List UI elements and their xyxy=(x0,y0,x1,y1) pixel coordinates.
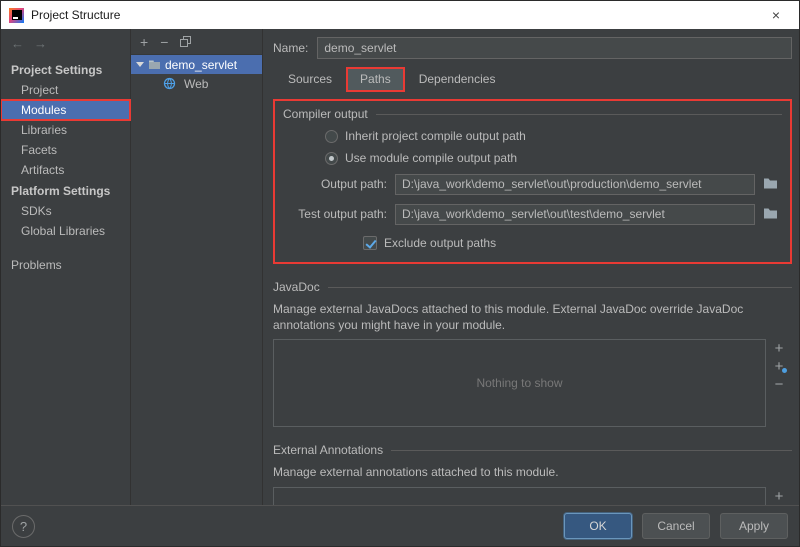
tree-node-label: Web xyxy=(184,76,209,91)
javadoc-description: Manage external JavaDocs attached to thi… xyxy=(273,302,744,333)
javadoc-list[interactable]: Nothing to show xyxy=(273,339,766,428)
exclude-output-paths-label: Exclude output paths xyxy=(384,236,497,250)
tab-dependencies[interactable]: Dependencies xyxy=(406,68,509,91)
inherit-output-radio[interactable]: Inherit project compile output path xyxy=(325,129,782,143)
add-annotation-root-icon[interactable]: + xyxy=(775,489,784,504)
dialog-footer: ? OK Cancel Apply xyxy=(1,505,799,546)
sidebar-item-problems[interactable]: Problems xyxy=(1,255,130,275)
tree-node-label: demo_servlet xyxy=(165,57,238,72)
external-annotations-description: Manage external annotations attached to … xyxy=(273,465,559,480)
project-settings-header: Project Settings xyxy=(11,63,103,77)
javadoc-list-toolbar: + + − xyxy=(766,339,792,427)
copy-module-icon[interactable] xyxy=(180,36,192,47)
output-path-label: Output path: xyxy=(320,177,387,191)
use-module-output-label: Use module compile output path xyxy=(345,151,518,165)
inherit-output-label: Inherit project compile output path xyxy=(345,129,526,143)
apply-button[interactable]: Apply xyxy=(720,513,788,539)
use-module-output-radio[interactable]: Use module compile output path xyxy=(325,151,782,165)
sidebar-item-libraries[interactable]: Libraries xyxy=(1,120,130,140)
web-facet-icon xyxy=(163,77,176,90)
external-annotations-title: External Annotations xyxy=(273,443,384,458)
tree-node-module[interactable]: demo_servlet xyxy=(131,55,262,74)
module-tabs: Sources Paths Dependencies xyxy=(273,67,792,92)
annotations-list-toolbar: + − xyxy=(766,487,792,505)
tree-toolbar: + − xyxy=(131,29,262,55)
compiler-output-title: Compiler output xyxy=(283,107,368,121)
javadoc-title: JavaDoc xyxy=(273,280,320,294)
name-label: Name: xyxy=(273,41,309,55)
remove-javadoc-icon[interactable]: − xyxy=(775,377,784,392)
sidebar-item-modules[interactable]: Modules xyxy=(1,99,131,121)
add-javadoc-url-icon[interactable]: + xyxy=(775,359,788,374)
test-output-path-input[interactable] xyxy=(395,203,755,225)
sidebar-item-artifacts[interactable]: Artifacts xyxy=(1,160,130,180)
tab-paths[interactable]: Paths xyxy=(346,67,405,92)
window-title: Project Structure xyxy=(31,8,121,22)
sidebar-item-facets[interactable]: Facets xyxy=(1,140,130,160)
folder-icon xyxy=(763,207,778,222)
section-divider xyxy=(327,286,792,288)
back-icon[interactable]: ← xyxy=(11,36,24,51)
add-module-icon[interactable]: + xyxy=(140,35,148,49)
radio-selected-icon[interactable] xyxy=(325,151,338,165)
radio-icon[interactable] xyxy=(325,129,338,143)
tree-node-web[interactable]: Web xyxy=(131,74,262,93)
add-javadoc-icon[interactable]: + xyxy=(775,341,784,356)
close-icon: × xyxy=(771,7,781,23)
help-icon: ? xyxy=(19,518,28,534)
remove-module-icon[interactable]: − xyxy=(160,35,168,49)
forward-icon[interactable]: → xyxy=(34,36,47,51)
external-annotations-section: External Annotations Manage external ann… xyxy=(273,443,792,505)
cancel-button[interactable]: Cancel xyxy=(642,513,710,539)
sidebar-item-project[interactable]: Project xyxy=(1,80,130,100)
folder-icon xyxy=(763,177,778,192)
chevron-down-icon[interactable] xyxy=(136,62,144,67)
close-button[interactable]: × xyxy=(753,1,799,29)
help-button[interactable]: ? xyxy=(12,514,35,538)
output-path-input[interactable] xyxy=(395,173,755,195)
section-divider xyxy=(391,449,792,451)
ok-button[interactable]: OK xyxy=(564,513,632,539)
titlebar: Project Structure × xyxy=(1,1,799,29)
checkbox-checked-icon[interactable] xyxy=(363,236,377,250)
sidebar-item-sdks[interactable]: SDKs xyxy=(1,201,130,221)
external-annotations-list[interactable]: Nothing to show xyxy=(273,486,766,505)
intellij-logo-icon xyxy=(9,7,24,23)
javadoc-section: JavaDoc Manage external JavaDocs attache… xyxy=(273,280,792,428)
compiler-output-section: Compiler output Inherit project compile … xyxy=(273,99,792,264)
module-tree-panel: + − demo_servlet Web xyxy=(131,29,263,505)
settings-sidebar: ← → Project Settings Project Modules Lib… xyxy=(1,29,131,505)
module-name-input[interactable] xyxy=(317,37,792,59)
exclude-output-paths-checkbox-row[interactable]: Exclude output paths xyxy=(363,236,782,250)
platform-settings-header: Platform Settings xyxy=(11,184,111,198)
browse-test-output-path-button[interactable] xyxy=(758,203,782,225)
browse-output-path-button[interactable] xyxy=(758,173,782,195)
test-output-path-label: Test output path: xyxy=(298,207,387,221)
module-icon xyxy=(148,58,161,71)
section-divider xyxy=(375,113,782,115)
module-editor-panel: Name: Sources Paths Dependencies Compile… xyxy=(263,29,799,505)
project-structure-dialog: Project Structure × ← → Project Settings… xyxy=(0,0,800,547)
tab-sources[interactable]: Sources xyxy=(275,68,345,91)
javadoc-empty-text: Nothing to show xyxy=(476,376,563,391)
sidebar-item-global-libraries[interactable]: Global Libraries xyxy=(1,221,130,241)
